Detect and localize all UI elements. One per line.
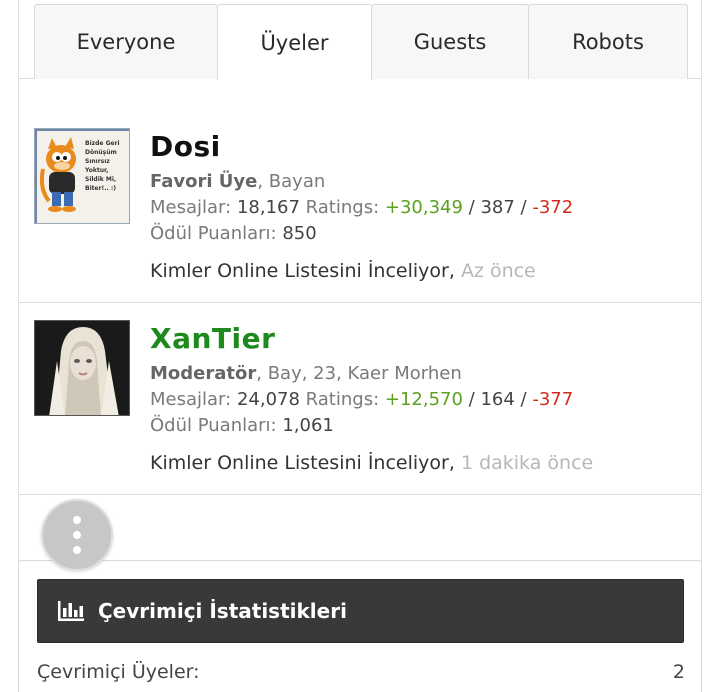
member-info: Dosi Favori Üye, Bayan Mesajlar: 18,167 …	[150, 129, 690, 285]
member-details: , Bayan	[257, 171, 326, 192]
ratings-separator: /	[514, 389, 533, 410]
tab-everyone[interactable]: Everyone	[34, 4, 218, 79]
more-options-button[interactable]	[41, 499, 113, 571]
filter-tabs: Everyone Üyeler Guests Robots	[18, 0, 702, 80]
points-label: Ödül Puanları:	[150, 415, 277, 436]
tab-robots[interactable]: Robots	[528, 4, 688, 79]
activity-time: 1 dakika önce	[460, 452, 594, 474]
messages-count: 24,078	[236, 389, 300, 410]
ratings-negative: -377	[532, 389, 574, 410]
ratings-positive: +30,349	[384, 197, 463, 218]
member-points-line: Ödül Puanları: 850	[150, 221, 690, 247]
vertical-ellipsis-icon	[73, 516, 81, 524]
ratings-separator: /	[514, 197, 533, 218]
activity-text[interactable]: Kimler Online Listesini İnceliyor,	[150, 452, 455, 474]
avatar[interactable]	[34, 320, 130, 416]
online-users-page: Everyone Üyeler Guests Robots Bizde Geri…	[0, 0, 720, 692]
avatar-caption: Bizde Geri Dönüşüm Sınırsız Yoktur, Sild…	[85, 140, 120, 192]
member-activity: Kimler Online Listesini İnceliyor, 1 dak…	[150, 449, 690, 477]
ratings-positive: +12,570	[384, 389, 463, 410]
ratings-label: Ratings:	[305, 197, 380, 218]
member-title-line: Favori Üye, Bayan	[150, 169, 690, 195]
member-stats-line: Mesajlar: 24,078 Ratings: +12,570 / 164 …	[150, 387, 690, 413]
stats-row: Çevrimiçi Üyeler: 2	[37, 661, 685, 683]
points-value: 850	[282, 223, 317, 244]
tab-members[interactable]: Üyeler	[217, 4, 372, 80]
member-activity: Kimler Online Listesini İnceliyor, Az ön…	[150, 257, 690, 285]
stats-value: 2	[672, 661, 685, 683]
ratings-neutral: 387	[480, 197, 515, 218]
stats-label: Çevrimiçi Üyeler:	[37, 661, 200, 683]
activity-text[interactable]: Kimler Online Listesini İnceliyor,	[150, 260, 455, 282]
messages-label: Mesajlar:	[150, 197, 232, 218]
points-label: Ödül Puanları:	[150, 223, 277, 244]
member-stats-line: Mesajlar: 18,167 Ratings: +30,349 / 387 …	[150, 195, 690, 221]
member-info: XanTier Moderatör, Bay, 23, Kaer Morhen …	[150, 321, 690, 477]
ratings-separator: /	[462, 197, 481, 218]
member-name[interactable]: Dosi	[150, 129, 690, 165]
tab-guests[interactable]: Guests	[371, 4, 529, 79]
ratings-separator: /	[462, 389, 481, 410]
member-details: , Bay, 23, Kaer Morhen	[256, 363, 462, 384]
portrait-avatar-image	[35, 321, 129, 415]
online-stats-panel: Çevrimiçi İstatistikleri Çevrimiçi Üyele…	[18, 560, 702, 692]
activity-time: Az önce	[460, 260, 536, 282]
vertical-ellipsis-icon	[73, 546, 81, 554]
vertical-ellipsis-icon	[73, 531, 81, 539]
stats-title: Çevrimiçi İstatistikleri	[98, 599, 347, 623]
stats-header: Çevrimiçi İstatistikleri	[37, 579, 684, 643]
avatar[interactable]: Bizde Geri Dönüşüm Sınırsız Yoktur, Sild…	[34, 128, 130, 224]
points-value: 1,061	[282, 415, 334, 436]
member-name[interactable]: XanTier	[150, 321, 690, 357]
member-points-line: Ödül Puanları: 1,061	[150, 413, 690, 439]
messages-label: Mesajlar:	[150, 389, 232, 410]
ratings-neutral: 164	[480, 389, 515, 410]
member-row: XanTier Moderatör, Bay, 23, Kaer Morhen …	[18, 303, 702, 495]
bar-chart-icon	[58, 601, 84, 621]
member-role: Favori Üye	[150, 171, 258, 192]
member-row: Bizde Geri Dönüşüm Sınırsız Yoktur, Sild…	[18, 111, 702, 303]
ratings-negative: -372	[532, 197, 574, 218]
ratings-label: Ratings:	[305, 389, 380, 410]
messages-count: 18,167	[236, 197, 300, 218]
member-role: Moderatör	[150, 363, 257, 384]
member-title-line: Moderatör, Bay, 23, Kaer Morhen	[150, 361, 690, 387]
